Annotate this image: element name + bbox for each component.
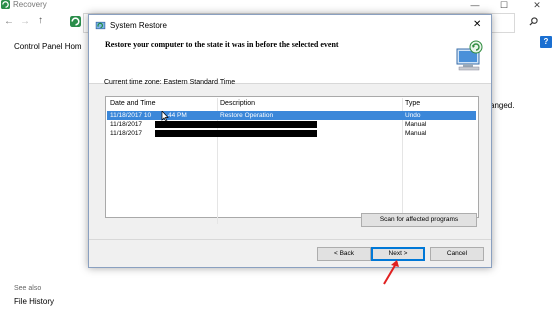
search-icon[interactable] — [529, 17, 538, 26]
recovery-app-icon — [1, 0, 10, 9]
recovery-location-icon — [70, 16, 81, 27]
row-type: Manual — [405, 130, 427, 137]
mouse-cursor-icon — [161, 111, 169, 122]
close-window-button[interactable]: ✕ — [530, 0, 544, 11]
row-type: Undo — [405, 112, 421, 119]
column-header-type[interactable]: Type — [405, 100, 420, 107]
column-header-description[interactable]: Description — [220, 100, 255, 107]
forward-arrow-icon[interactable]: → — [20, 16, 30, 27]
row-date: 11/18/2017 10 — [110, 112, 152, 119]
control-panel-home-link[interactable]: Control Panel Hom — [14, 42, 82, 51]
cancel-button[interactable]: Cancel — [430, 247, 484, 261]
dialog-close-button[interactable]: ✕ — [473, 19, 481, 30]
background-text-fragment: anged. — [490, 101, 515, 110]
dialog-title: System Restore — [110, 21, 167, 30]
up-arrow-icon[interactable]: ↑ — [38, 15, 43, 26]
restore-point-row[interactable]: 11/18/2017 Manual — [107, 129, 476, 138]
row-date: 11/18/2017 — [110, 121, 143, 128]
restore-points-list[interactable]: Date and Time Description Type 11/18/201… — [105, 96, 479, 224]
annotation-arrow-icon — [383, 260, 399, 285]
back-arrow-icon[interactable]: ← — [4, 16, 14, 27]
back-button[interactable]: < Back — [317, 247, 371, 261]
file-history-link[interactable]: File History — [14, 297, 54, 306]
restore-computer-icon — [456, 40, 483, 71]
footer-divider — [89, 239, 491, 240]
row-description: Restore Operation — [220, 112, 274, 119]
help-icon[interactable]: ? — [540, 36, 552, 48]
row-time: 44 PM — [168, 112, 187, 119]
redaction-bar — [155, 121, 317, 128]
maximize-button[interactable]: ☐ — [497, 0, 511, 11]
system-restore-dialog: System Restore ✕ Restore your computer t… — [88, 14, 492, 268]
minimize-button[interactable]: — — [468, 0, 482, 10]
dialog-heading: Restore your computer to the state it wa… — [105, 40, 339, 49]
window-title: Recovery — [13, 0, 47, 9]
see-also-label: See also — [14, 285, 42, 292]
redaction-bar — [155, 130, 317, 137]
column-header-date[interactable]: Date and Time — [110, 100, 156, 107]
row-type: Manual — [405, 121, 427, 128]
scan-affected-programs-button[interactable]: Scan for affected programs — [361, 213, 477, 227]
system-restore-icon — [95, 21, 106, 30]
timezone-label: Current time zone: Eastern Standard Time — [104, 79, 236, 86]
row-date: 11/18/2017 — [110, 130, 143, 137]
